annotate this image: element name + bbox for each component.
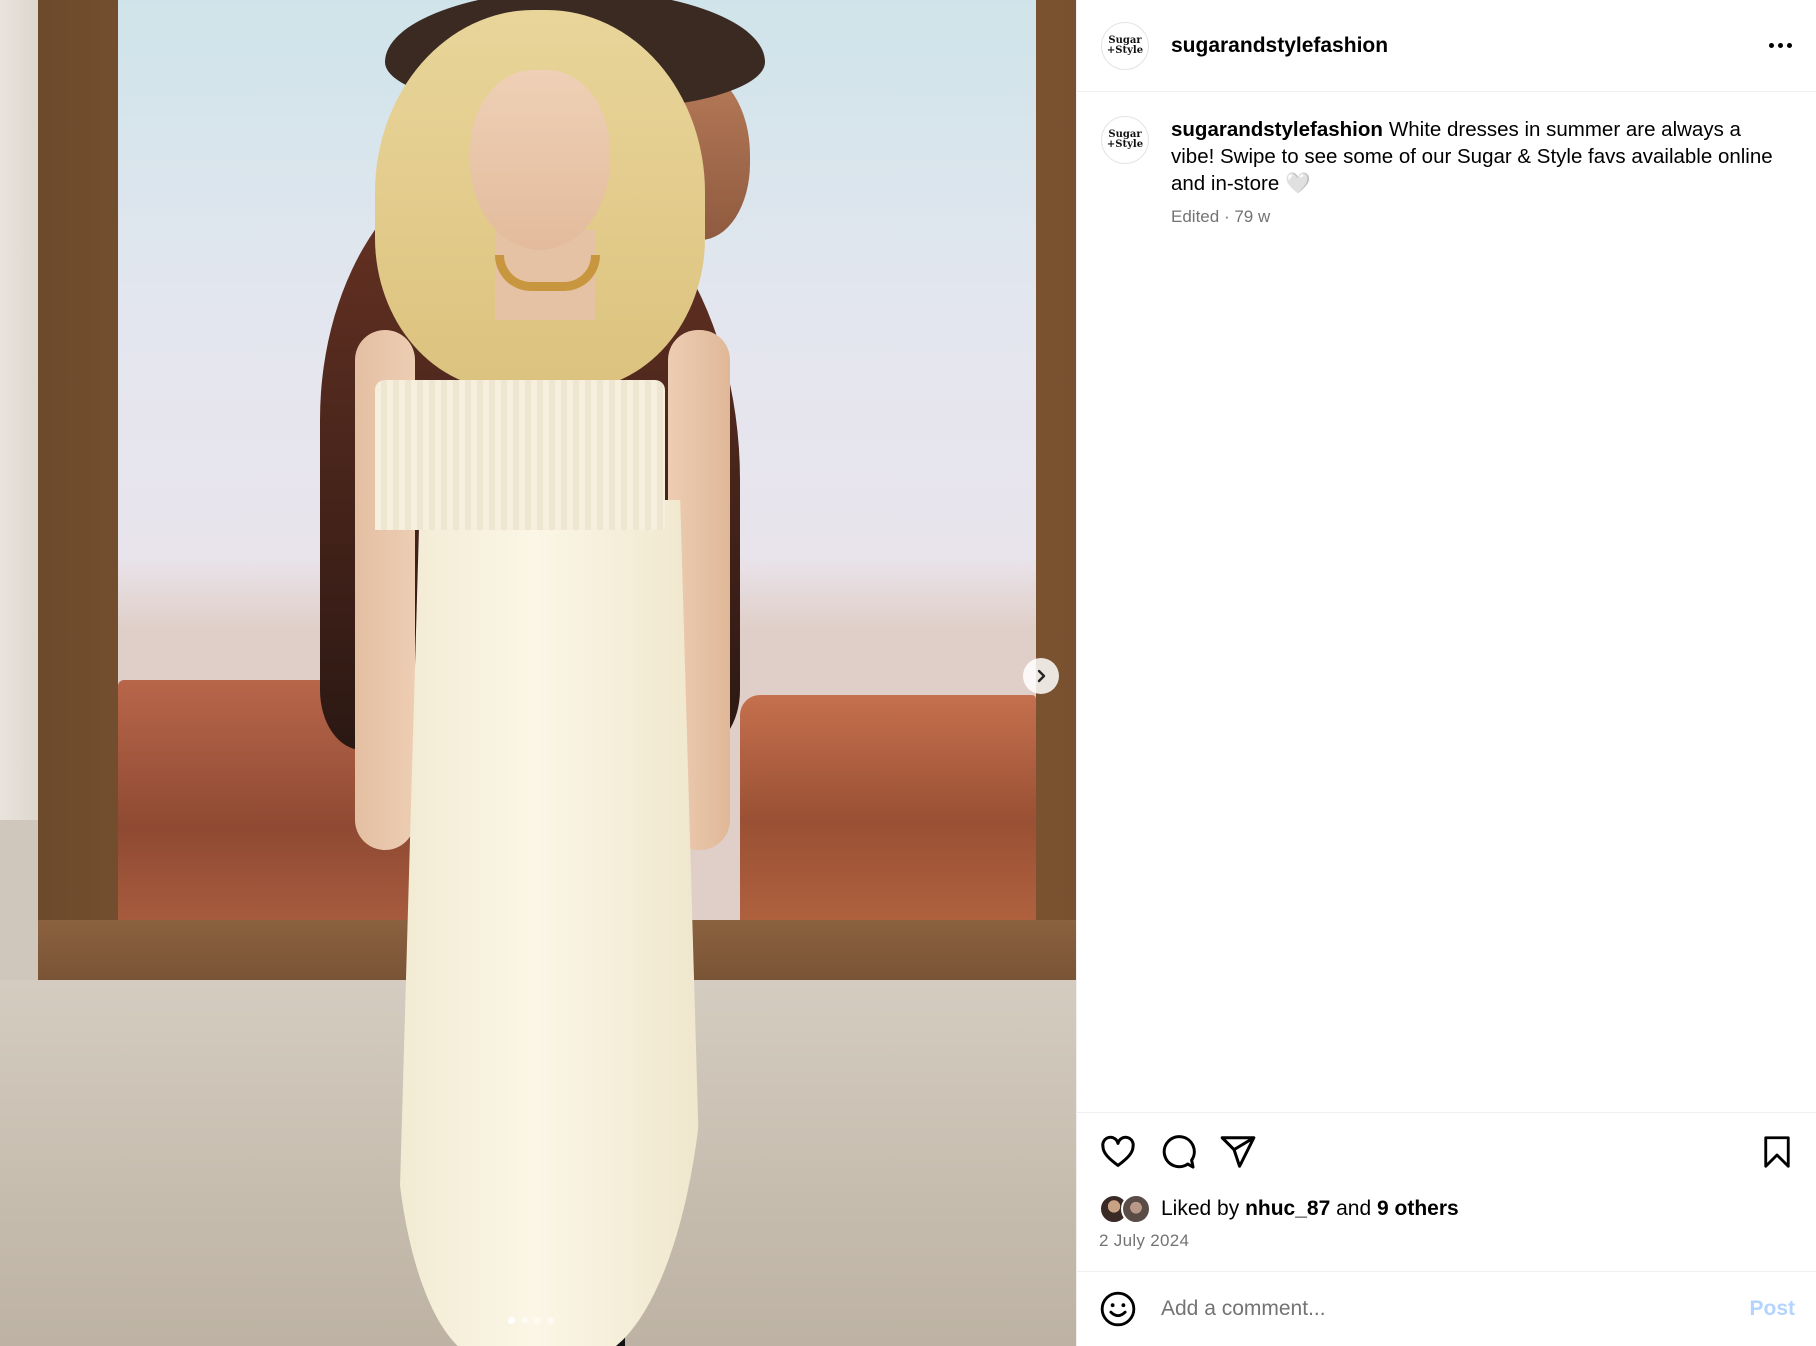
caption-body: sugarandstylefashion White dresses in sum…: [1171, 116, 1781, 197]
carousel-dot: [521, 1317, 528, 1324]
instagram-post: Sugar +Style sugarandstylefashion Sugar …: [0, 0, 1816, 1346]
share-icon[interactable]: [1219, 1133, 1257, 1171]
caption-meta: Edited · 79 w: [1171, 207, 1781, 227]
likes-connector: and: [1336, 1197, 1372, 1220]
likes-summary: Liked by nhuc_87 and 9 others: [1099, 1194, 1459, 1224]
chevron-right-icon: [1037, 669, 1046, 683]
carousel-indicator: [508, 1317, 554, 1324]
header-username[interactable]: sugarandstylefashion: [1171, 34, 1388, 58]
post-photo: [0, 0, 1076, 1346]
liker-username[interactable]: nhuc_87: [1245, 1197, 1330, 1221]
likes-prefix: Liked by: [1161, 1197, 1240, 1220]
edited-label: Edited: [1171, 207, 1220, 226]
comment-icon[interactable]: [1159, 1133, 1197, 1171]
post-comment-button[interactable]: Post: [1749, 1297, 1795, 1321]
bookmark-icon[interactable]: [1759, 1133, 1795, 1171]
caption-avatar[interactable]: Sugar +Style: [1101, 116, 1149, 164]
comment-input[interactable]: [1161, 1297, 1750, 1321]
liker-avatars[interactable]: [1099, 1194, 1155, 1224]
carousel-dot: [547, 1317, 554, 1324]
heart-icon[interactable]: [1099, 1133, 1137, 1171]
avatar-logo-line: +Style: [1106, 139, 1144, 150]
post-age[interactable]: 79 w: [1234, 207, 1270, 226]
account-avatar[interactable]: Sugar +Style: [1101, 21, 1149, 70]
photo-white-dress: [395, 500, 705, 1346]
carousel-dot: [534, 1317, 541, 1324]
carousel-next-button[interactable]: [1023, 658, 1059, 694]
meta-separator: ·: [1223, 207, 1230, 226]
more-dot-icon: [1786, 42, 1792, 48]
likes-others-link[interactable]: 9 others: [1377, 1197, 1459, 1221]
avatar-logo-line: +Style: [1106, 44, 1144, 56]
caption-username[interactable]: sugarandstylefashion: [1171, 118, 1383, 141]
photo-canyon-right: [740, 695, 1036, 925]
post-sidebar: Sugar +Style sugarandstylefashion Sugar …: [1076, 0, 1816, 1346]
action-bar: [1099, 1133, 1257, 1171]
post-caption: Sugar +Style sugarandstylefashion White d…: [1101, 116, 1801, 227]
avatar-logo-line: Sugar: [1108, 34, 1142, 46]
carousel-dot: [508, 1317, 515, 1324]
post-header: Sugar +Style sugarandstylefashion: [1077, 0, 1816, 92]
photo-dress-lace-bodice: [375, 380, 665, 530]
post-actions-section: Liked by nhuc_87 and 9 others 2 July 202…: [1077, 1112, 1816, 1250]
more-dot-icon: [1777, 42, 1783, 48]
post-media[interactable]: [0, 0, 1076, 1346]
post-date[interactable]: 2 July 2024: [1099, 1231, 1189, 1251]
caption-text-column: sugarandstylefashion White dresses in sum…: [1171, 116, 1781, 227]
liker-avatar: [1121, 1194, 1151, 1224]
more-dot-icon: [1768, 42, 1774, 48]
more-options-button[interactable]: [1765, 30, 1795, 60]
photo-person-face: [470, 70, 610, 250]
comment-bar: Post: [1077, 1271, 1816, 1346]
emoji-icon[interactable]: [1099, 1290, 1137, 1328]
